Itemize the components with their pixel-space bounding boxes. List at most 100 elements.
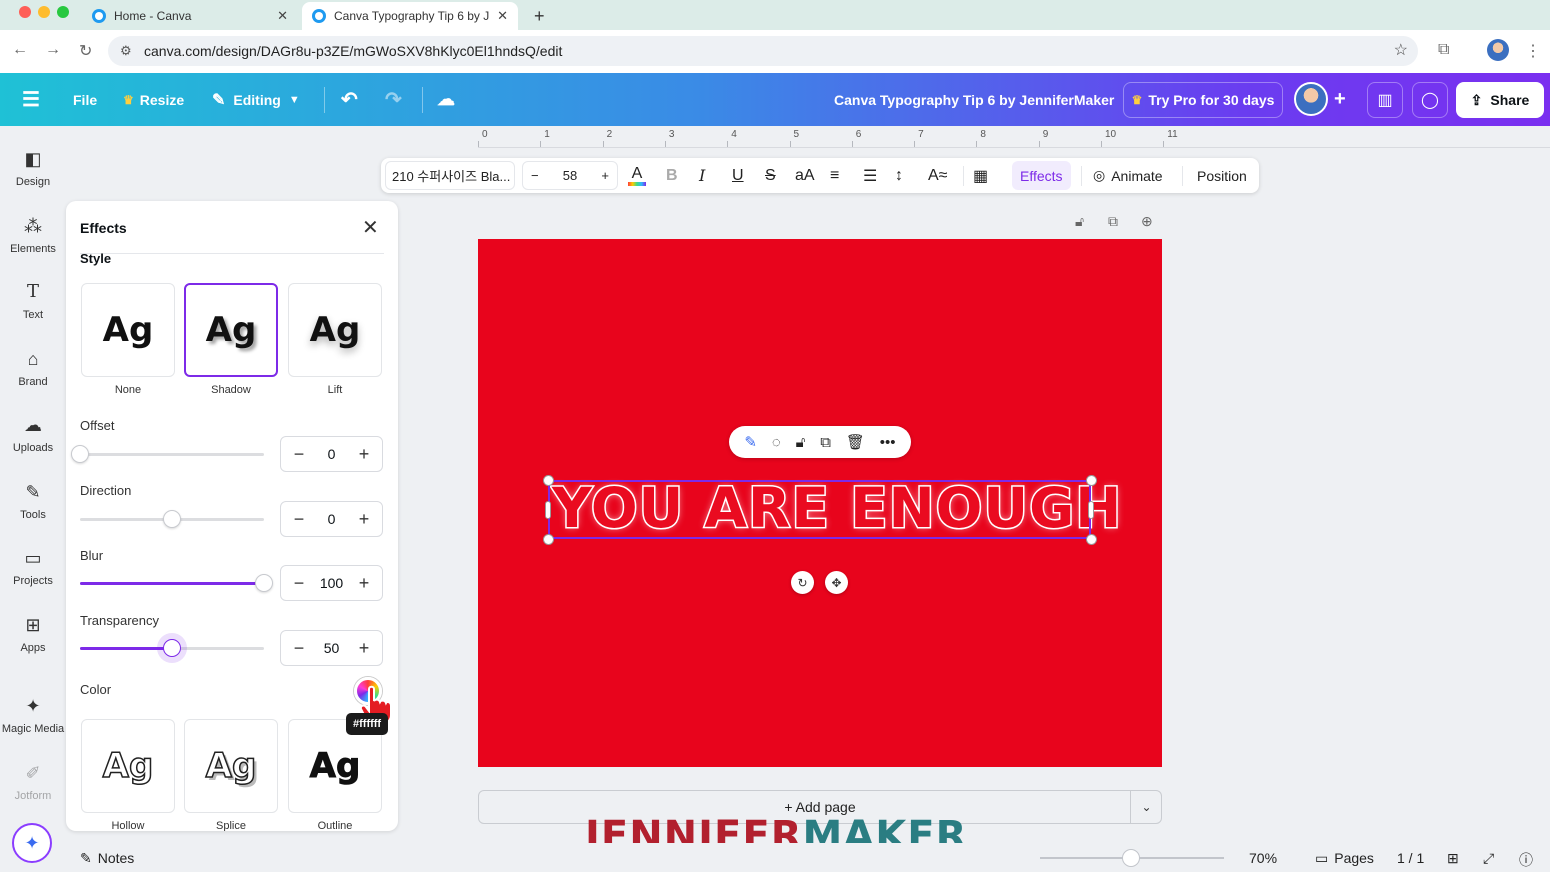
blur-value[interactable]: 100 <box>320 575 343 591</box>
help-icon[interactable]: ⓘ <box>1519 850 1533 870</box>
plus-icon[interactable]: + <box>356 638 372 659</box>
lock-icon[interactable]: 🔓︎ <box>796 434 806 451</box>
transparency-stepper[interactable]: − 50 + <box>280 630 383 666</box>
try-pro-button[interactable]: ♛ Try Pro for 30 days <box>1123 82 1283 118</box>
minus-icon[interactable]: − <box>291 509 307 530</box>
browser-tab-home[interactable]: Home - Canva ✕ <box>82 2 298 30</box>
grid-view-icon[interactable]: ⊞ <box>1447 850 1459 867</box>
resize-button[interactable]: ♛ Resize <box>123 73 184 126</box>
spacing-icon[interactable]: ↕ <box>895 158 903 193</box>
page-options-chevron[interactable]: ⌄ <box>1130 790 1162 824</box>
cloud-save-button[interactable]: ☁ <box>437 73 455 126</box>
zoom-slider-knob[interactable] <box>1122 849 1140 867</box>
slider-knob[interactable] <box>163 510 181 528</box>
add-collaborator-button[interactable]: + <box>1334 73 1346 126</box>
sidebar-item-apps[interactable]: ⊞ Apps <box>0 614 66 654</box>
lock-page-icon[interactable]: 🔓︎ <box>1075 213 1084 230</box>
sidebar-item-jotform[interactable]: ✐ Jotform <box>0 762 66 802</box>
browser-tab-design[interactable]: Canva Typography Tip 6 by J ✕ <box>302 2 518 30</box>
browser-menu-icon[interactable]: ⋮ <box>1525 41 1541 61</box>
text-color-button[interactable]: A <box>628 158 646 193</box>
style-shadow-card[interactable]: Ag <box>184 283 278 377</box>
resize-handle-bottom-left[interactable] <box>543 534 554 545</box>
user-avatar[interactable] <box>1294 82 1328 116</box>
blur-slider[interactable] <box>80 574 273 592</box>
more-options-icon[interactable]: ••• <box>880 434 896 451</box>
resize-handle-top-right[interactable] <box>1086 475 1097 486</box>
sidebar-item-projects[interactable]: ▭ Projects <box>0 547 66 587</box>
duplicate-icon[interactable]: ⧉ <box>820 434 831 451</box>
profile-avatar[interactable] <box>1487 39 1509 61</box>
forward-icon[interactable]: → <box>45 41 61 59</box>
cast-icon[interactable]: ⧉ <box>1438 41 1449 59</box>
offset-value[interactable]: 0 <box>328 446 336 462</box>
minus-icon[interactable]: − <box>291 444 307 465</box>
offset-stepper[interactable]: − 0 + <box>280 436 383 472</box>
slider-knob[interactable] <box>255 574 273 592</box>
direction-slider[interactable] <box>80 510 264 528</box>
close-tab-icon[interactable]: ✕ <box>497 8 508 24</box>
direction-value[interactable]: 0 <box>328 511 336 527</box>
bold-icon[interactable]: B <box>666 158 678 193</box>
minus-icon[interactable]: − <box>291 573 307 594</box>
offset-slider[interactable] <box>71 445 264 463</box>
sidebar-item-uploads[interactable]: ☁ Uploads <box>0 414 66 454</box>
rotate-handle-icon[interactable]: ↻ <box>791 571 814 594</box>
resize-handle-left[interactable] <box>545 501 551 519</box>
animate-button[interactable]: ◎ Animate <box>1093 158 1163 193</box>
minus-icon[interactable]: − <box>291 638 307 659</box>
undo-button[interactable]: ↶ <box>341 73 358 126</box>
font-size-value[interactable]: 58 <box>563 168 577 183</box>
sidebar-item-brand[interactable]: ⌂ Brand <box>0 348 66 388</box>
increase-size-button[interactable]: + <box>601 168 609 183</box>
position-button[interactable]: Position <box>1197 158 1247 193</box>
plus-icon[interactable]: + <box>356 573 372 594</box>
resize-handle-right[interactable] <box>1088 501 1094 519</box>
close-window-button[interactable] <box>19 6 31 18</box>
comments-button[interactable]: ◯ <box>1412 82 1448 118</box>
plus-icon[interactable]: + <box>356 509 372 530</box>
move-handle-icon[interactable]: ✥ <box>825 571 848 594</box>
transparency-value[interactable]: 50 <box>324 640 340 656</box>
resize-handle-top-left[interactable] <box>543 475 554 486</box>
file-menu-button[interactable]: File <box>73 73 97 126</box>
canva-assistant-button[interactable]: ✦ <box>12 823 52 863</box>
minimize-window-button[interactable] <box>38 6 50 18</box>
back-icon[interactable]: ← <box>12 41 28 59</box>
font-size-stepper[interactable]: − 58 + <box>522 161 618 190</box>
direction-stepper[interactable]: − 0 + <box>280 501 383 537</box>
list-icon[interactable]: ☰ <box>863 158 877 193</box>
editing-mode-button[interactable]: ✎ Editing ▼ <box>212 73 300 126</box>
transparency-icon[interactable]: ▦ <box>973 158 988 193</box>
site-settings-icon[interactable]: ⚙ <box>120 36 132 66</box>
style-lift-card[interactable]: Ag <box>288 283 382 377</box>
notes-button[interactable]: ✎ Notes <box>80 850 134 867</box>
add-page-icon[interactable]: ⊕ <box>1141 213 1153 230</box>
maximize-window-button[interactable] <box>57 6 69 18</box>
style-splice-card[interactable]: Ag <box>184 719 278 813</box>
blur-stepper[interactable]: − 100 + <box>280 565 383 601</box>
italic-icon[interactable]: I <box>699 158 705 193</box>
transparency-slider[interactable] <box>80 639 264 657</box>
insights-button[interactable]: ▥ <box>1367 82 1403 118</box>
main-menu-button[interactable]: ☰ <box>22 73 40 126</box>
zoom-level[interactable]: 70% <box>1249 850 1277 866</box>
sidebar-item-tools[interactable]: ✎ Tools <box>0 481 66 521</box>
redo-button[interactable]: ↷ <box>385 73 402 126</box>
resize-handle-bottom-right[interactable] <box>1086 534 1097 545</box>
pages-button[interactable]: ▭ Pages <box>1315 850 1374 867</box>
new-tab-button[interactable]: + <box>524 2 552 30</box>
strikethrough-icon[interactable]: S <box>765 158 776 193</box>
trash-icon[interactable]: 🗑︎ <box>846 433 865 451</box>
magic-edit-icon[interactable]: ✎ <box>744 433 757 451</box>
reload-icon[interactable]: ↻ <box>79 41 92 61</box>
comment-icon[interactable]: ◌ <box>772 434 781 451</box>
address-bar[interactable]: ⚙ canva.com/design/DAGr8u-p3ZE/mGWoSXV8h… <box>108 36 1418 66</box>
slider-knob[interactable] <box>71 445 89 463</box>
plus-icon[interactable]: + <box>356 444 372 465</box>
align-center-icon[interactable]: ≡ <box>830 158 839 193</box>
effects-button[interactable]: Effects <box>1012 161 1071 190</box>
decrease-size-button[interactable]: − <box>531 168 539 183</box>
slider-knob[interactable] <box>163 639 181 657</box>
underline-icon[interactable]: U <box>732 158 744 193</box>
